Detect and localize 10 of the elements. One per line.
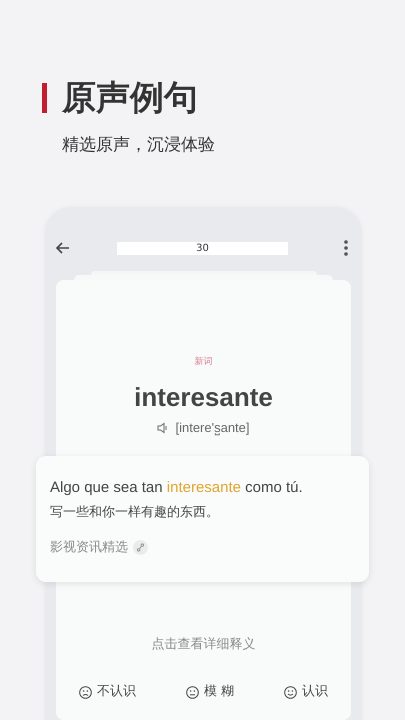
page-title: 原声例句 [62,78,198,118]
new-word-tag: 新词 [194,356,212,368]
word-count-label: 30 [117,242,288,254]
example-sentence: Algo que sea tan interesante como tú. [50,478,304,498]
phonetic-text: [intere's̺ante] [175,420,250,435]
sentence-translation: 写一些和你一样有趣的东西。 [50,504,220,522]
detail-hint: 点击查看详细释义 [152,636,256,653]
word-title: interesante [134,381,273,414]
page-subtitle: 精选原声，沉浸体验 [62,134,216,156]
source-label: 影视资讯精选 [50,539,128,556]
